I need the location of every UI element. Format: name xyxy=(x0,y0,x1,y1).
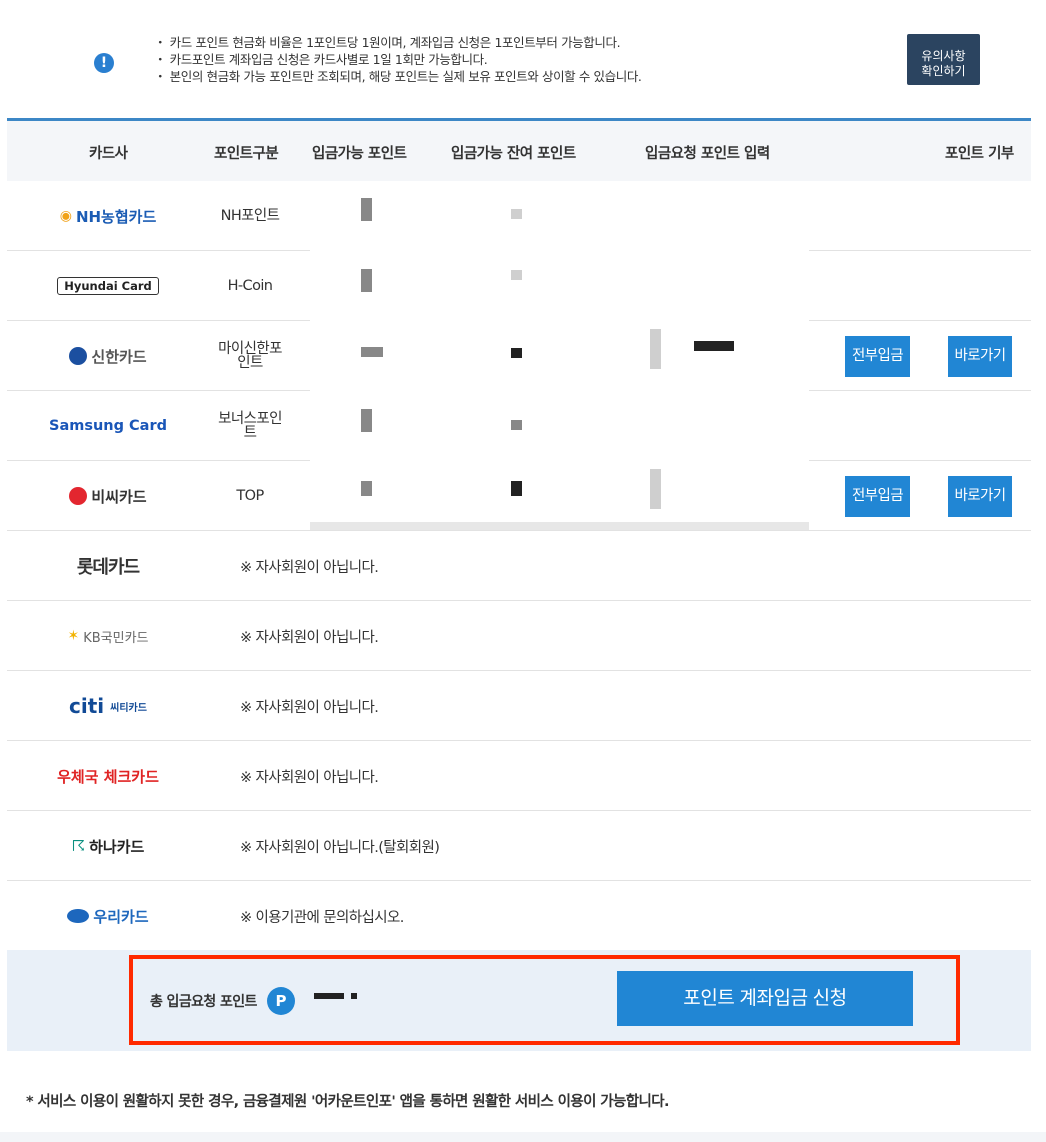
redacted-value xyxy=(511,420,522,430)
request-input-field[interactable] xyxy=(650,469,661,509)
redacted-value xyxy=(511,209,522,219)
redacted-points-panel xyxy=(310,181,809,530)
point-type-line: 트 xyxy=(243,425,257,441)
notice-button-line2: 확인하기 xyxy=(921,64,966,78)
nh-mark-icon: ◉ xyxy=(59,208,72,224)
footer-strip xyxy=(0,1132,1046,1142)
header-available-points: 입금가능 포인트 xyxy=(312,146,407,162)
hana-mark-icon: ☈ xyxy=(71,837,86,855)
notice-confirm-button[interactable]: 유의사항 확인하기 xyxy=(907,34,980,85)
kb-star-icon: ✶ xyxy=(67,628,80,644)
card-logo-hyundai: Hyundai Card xyxy=(7,251,209,321)
redacted-value xyxy=(314,993,344,999)
card-logo-kb: ✶ KB국민카드 xyxy=(7,601,209,671)
row-message: ※ 자사회원이 아닙니다. xyxy=(240,699,379,716)
redacted-value xyxy=(361,481,372,496)
card-logo-nh: ◉ NH농협카드 xyxy=(7,181,209,251)
notice-button-line1: 유의사항 xyxy=(921,49,966,63)
table-row: ✶ KB국민카드 ※ 자사회원이 아닙니다. xyxy=(7,601,1031,671)
logo-subtext: 씨티카드 xyxy=(110,702,147,714)
logo-text: NH농협카드 xyxy=(75,207,157,226)
deposit-all-button[interactable]: 전부입금 xyxy=(845,336,910,377)
card-logo-citi: citi 씨티카드 xyxy=(7,671,209,741)
exclamation-icon: ! xyxy=(94,53,114,73)
logo-text: KB국민카드 xyxy=(83,630,149,646)
redacted-value xyxy=(361,347,383,357)
redacted-value xyxy=(694,341,734,351)
logo-text: Samsung Card xyxy=(49,418,167,434)
redacted-value xyxy=(511,270,522,280)
logo-text: 우리카드 xyxy=(93,907,149,926)
table-header: 카드사 포인트구분 입금가능 포인트 입금가능 잔여 포인트 입금요청 포인트 … xyxy=(7,118,1031,181)
point-type: TOP xyxy=(236,488,264,504)
woori-mark-icon xyxy=(67,909,90,923)
logo-text: 롯데카드 xyxy=(76,557,140,578)
go-button[interactable]: 바로가기 xyxy=(948,336,1012,377)
table-row: citi 씨티카드 ※ 자사회원이 아닙니다. xyxy=(7,671,1031,741)
point-type-line: 인트 xyxy=(237,355,263,371)
redacted-value xyxy=(351,993,357,999)
header-remaining-points: 입금가능 잔여 포인트 xyxy=(451,146,576,162)
footnote: * 서비스 이용이 원활하지 못한 경우, 금융결제원 '어카운트인포' 앱을 … xyxy=(26,1094,669,1110)
card-logo-shinhan: 신한카드 xyxy=(7,321,209,391)
header-donate: 포인트 기부 xyxy=(945,146,1014,162)
point-p-icon: P xyxy=(267,987,295,1015)
card-logo-bc: 비씨카드 xyxy=(7,461,209,531)
card-points-table: 카드사 포인트구분 입금가능 포인트 입금가능 잔여 포인트 입금요청 포인트 … xyxy=(7,118,1031,951)
card-logo-hana: ☈ 하나카드 xyxy=(7,811,209,881)
apply-deposit-button[interactable]: 포인트 계좌입금 신청 xyxy=(617,971,913,1026)
logo-text: 우체국 체크카드 xyxy=(57,767,159,786)
notice-line: ・ 본인의 현금화 가능 포인트만 조회되며, 해당 포인트는 실제 보유 포인… xyxy=(154,69,642,84)
bc-mark-icon xyxy=(69,487,88,505)
row-message: ※ 자사회원이 아닙니다. xyxy=(240,769,379,786)
header-card-company: 카드사 xyxy=(89,146,128,162)
point-type: 마이신한포 인트 xyxy=(209,321,291,391)
point-type-line: 보너스포인 xyxy=(218,411,282,427)
redacted-value xyxy=(511,481,522,496)
row-message: ※ 자사회원이 아닙니다. xyxy=(240,559,379,576)
point-type: 보너스포인 트 xyxy=(209,391,291,461)
table-row: 우리카드 ※ 이용기관에 문의하십시오. xyxy=(7,881,1031,951)
card-logo-lotte: 롯데카드 xyxy=(7,531,209,601)
redacted-value xyxy=(361,409,372,432)
point-type: NH포인트 xyxy=(220,208,280,224)
table-row: ☈ 하나카드 ※ 자사회원이 아닙니다.(탈회회원) xyxy=(7,811,1031,881)
shinhan-mark-icon xyxy=(69,347,88,365)
redacted-value xyxy=(361,269,372,292)
deposit-all-button[interactable]: 전부입금 xyxy=(845,476,910,517)
logo-text: citi xyxy=(69,694,105,718)
total-request-label: 총 입금요청 포인트 xyxy=(150,994,257,1010)
row-message: ※ 자사회원이 아닙니다. xyxy=(240,629,379,646)
redacted-value xyxy=(361,198,372,221)
logo-text: 비씨카드 xyxy=(91,487,147,506)
point-type: H-Coin xyxy=(227,278,273,294)
row-message: ※ 자사회원이 아닙니다.(탈회회원) xyxy=(240,839,440,856)
table-row: 우체국 체크카드 ※ 자사회원이 아닙니다. xyxy=(7,741,1031,811)
logo-text: Hyundai Card xyxy=(57,277,159,295)
notice-lines: ・ 카드 포인트 현금화 비율은 1포인트당 1원이며, 계좌입금 신청은 1포… xyxy=(154,34,642,85)
request-input-field[interactable] xyxy=(650,329,661,369)
table-row: 롯데카드 ※ 자사회원이 아닙니다. xyxy=(7,531,1031,601)
card-logo-post: 우체국 체크카드 xyxy=(7,741,209,811)
header-request-input: 입금요청 포인트 입력 xyxy=(645,146,770,162)
redacted-value xyxy=(511,348,522,358)
card-logo-samsung: Samsung Card xyxy=(7,391,209,461)
logo-text: 신한카드 xyxy=(91,347,147,366)
notice-box: ! ・ 카드 포인트 현금화 비율은 1포인트당 1원이며, 계좌입금 신청은 … xyxy=(0,0,1046,118)
point-type-line: 마이신한포 xyxy=(218,341,282,357)
header-point-type: 포인트구분 xyxy=(214,146,279,162)
row-message: ※ 이용기관에 문의하십시오. xyxy=(240,909,404,926)
notice-line: ・ 카드 포인트 현금화 비율은 1포인트당 1원이며, 계좌입금 신청은 1포… xyxy=(154,35,621,50)
notice-line: ・ 카드포인트 계좌입금 신청은 카드사별로 1일 1회만 가능합니다. xyxy=(154,52,488,67)
go-button[interactable]: 바로가기 xyxy=(948,476,1012,517)
logo-text: 하나카드 xyxy=(89,837,145,856)
card-logo-woori: 우리카드 xyxy=(7,881,209,951)
